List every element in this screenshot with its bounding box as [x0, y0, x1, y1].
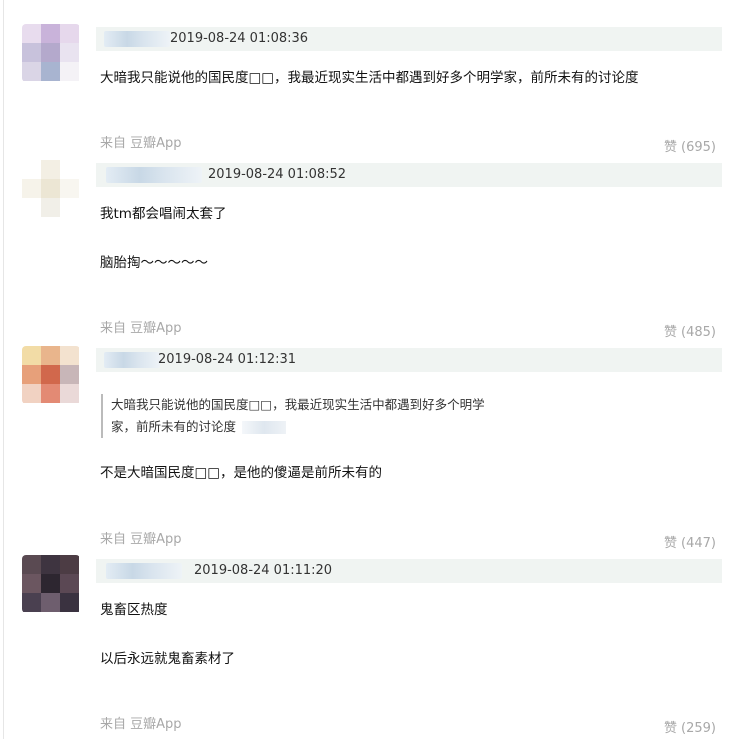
- like-label: 赞: [664, 140, 678, 155]
- comment-feed: 2019-08-24 01:08:36 大暗我只能说他的国民度□□，我最近现实生…: [0, 0, 744, 739]
- username[interactable]: [104, 31, 170, 47]
- like-count: (695): [681, 140, 716, 155]
- timestamp: 2019-08-24 01:08:52: [208, 167, 347, 182]
- like-button[interactable]: 赞 (259): [664, 717, 716, 736]
- comment-text: 我tm都会唱闹太套了: [100, 206, 227, 222]
- like-label: 赞: [664, 536, 678, 551]
- comment-text: 脑胎掏～～～～～: [100, 255, 208, 271]
- avatar[interactable]: [22, 160, 80, 218]
- comment-text: 不是大暗国民度□□，是他的傻逼是前所未有的: [100, 465, 383, 481]
- quote-line: 大暗我只能说他的国民度□□，我最近现实生活中都遇到好多个明学: [111, 397, 485, 412]
- comment-header: 2019-08-24 01:08:36: [96, 27, 722, 51]
- divider: [3, 0, 4, 739]
- comment-text: 以后永远就鬼畜素材了: [100, 651, 235, 667]
- comment-header: 2019-08-24 01:08:52: [96, 163, 722, 187]
- like-count: (259): [681, 721, 716, 736]
- comment-header: 2019-08-24 01:11:20: [96, 559, 722, 583]
- source-label: 来自 豆瓣App: [100, 321, 182, 336]
- avatar[interactable]: [22, 555, 80, 613]
- timestamp: 2019-08-24 01:12:31: [158, 352, 297, 367]
- comment-text: 鬼畜区热度: [100, 602, 168, 618]
- username[interactable]: [106, 167, 202, 183]
- like-count: (447): [681, 536, 716, 551]
- like-button[interactable]: 赞 (447): [664, 532, 716, 551]
- timestamp: 2019-08-24 01:11:20: [194, 563, 333, 578]
- like-label: 赞: [664, 325, 678, 340]
- like-button[interactable]: 赞 (485): [664, 321, 716, 340]
- source-label: 来自 豆瓣App: [100, 136, 182, 151]
- timestamp: 2019-08-24 01:08:36: [170, 31, 309, 46]
- like-label: 赞: [664, 721, 678, 736]
- quote-line: 家，前所未有的讨论度: [111, 419, 237, 434]
- source-label: 来自 豆瓣App: [100, 532, 182, 547]
- avatar[interactable]: [22, 24, 80, 82]
- like-button[interactable]: 赞 (695): [664, 136, 716, 155]
- comment-text: 大暗我只能说他的国民度□□，我最近现实生活中都遇到好多个明学家，前所未有的讨论度: [100, 70, 639, 86]
- username[interactable]: [106, 563, 182, 579]
- quoted-comment: 大暗我只能说他的国民度□□，我最近现实生活中都遇到好多个明学 家，前所未有的讨论…: [101, 394, 485, 438]
- comment-header: 2019-08-24 01:12:31: [96, 348, 722, 372]
- like-count: (485): [681, 325, 716, 340]
- username[interactable]: [104, 352, 160, 368]
- source-label: 来自 豆瓣App: [100, 717, 182, 732]
- avatar[interactable]: [22, 346, 80, 404]
- quoted-username: [242, 421, 287, 434]
